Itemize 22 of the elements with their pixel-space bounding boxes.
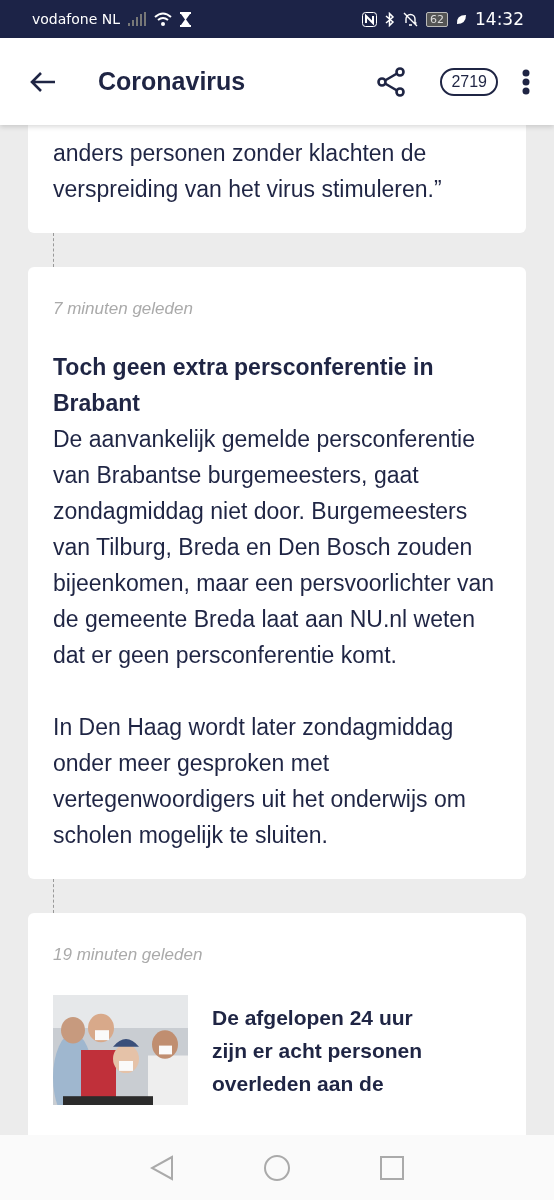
post-time: 19 minuten geleden [53, 945, 204, 965]
leaf-icon [456, 13, 467, 25]
back-arrow-icon[interactable] [30, 70, 56, 93]
more-menu-icon[interactable] [522, 68, 530, 95]
post-time: 7 minuten geleden [53, 299, 194, 319]
bluetooth-icon [385, 11, 395, 27]
page-title: Coronavirus [98, 67, 247, 96]
post-paragraph: In Den Haag wordt later zondagmiddag onder meer gesproken met vertegenwoordigers uit het onderwijs om scholen mogelijk te sluiten. [53, 713, 467, 850]
share-icon[interactable] [376, 66, 407, 97]
comment-count[interactable]: 2719 [440, 67, 498, 96]
carrier-name: vodafone NL [32, 11, 121, 27]
post-paragraph: anders personen zonder klachten de verspreiding van het virus stimuleren.” [53, 139, 443, 204]
nfc-icon [362, 11, 377, 27]
post-headline: Toch geen extra persconferentie in Brabant [53, 353, 435, 418]
signal-icon [128, 12, 147, 26]
post-headline[interactable]: De afgelopen 24 uur zijn er acht personen overleden aan de [212, 1001, 452, 1100]
post-paragraph: De aanvankelijk gemelde persconferentie van Brabantse burgemeesters, gaat zondagmiddag niet door. Burgemeesters van Tilburg, Breda en Den Bosch zouden bijeenkomen, maar een persvoorlichter van de gemeente Breda laat aan NU.nl weten dat er geen persconferentie komt. [53, 425, 496, 670]
clock-time: 14:32 [475, 9, 524, 29]
battery-indicator: 62 [426, 11, 448, 27]
hourglass-icon [180, 11, 192, 27]
wifi-icon [154, 12, 173, 26]
bell-off-icon [403, 11, 418, 27]
